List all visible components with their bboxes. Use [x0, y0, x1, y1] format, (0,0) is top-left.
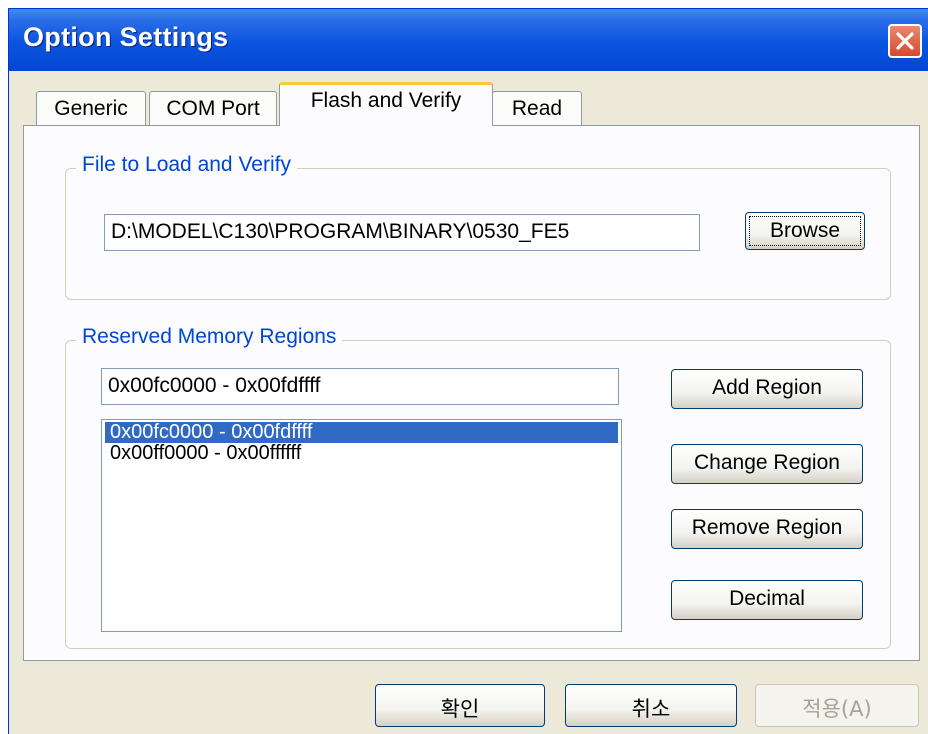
flash-and-verify-panel: File to Load and Verify D:\MODEL\C130\PR…	[23, 125, 920, 661]
list-item[interactable]: 0x00fc0000 - 0x00fdffff	[105, 422, 618, 443]
close-button[interactable]	[888, 24, 922, 58]
close-icon	[896, 32, 914, 50]
cancel-button[interactable]: 취소	[565, 684, 737, 727]
file-path-input[interactable]: D:\MODEL\C130\PROGRAM\BINARY\0530_FE5	[104, 214, 700, 251]
tab-generic[interactable]: Generic	[36, 91, 146, 125]
option-settings-dialog: Option Settings Generic COM Port Flash a…	[8, 8, 928, 734]
file-group-legend: File to Load and Verify	[76, 153, 297, 177]
region-input[interactable]: 0x00fc0000 - 0x00fdffff	[101, 368, 619, 405]
change-region-button[interactable]: Change Region	[671, 444, 863, 484]
window-title: Option Settings	[23, 22, 229, 52]
browse-button[interactable]: Browse	[745, 212, 865, 250]
title-bar[interactable]: Option Settings	[9, 9, 928, 71]
remove-region-button[interactable]: Remove Region	[671, 509, 863, 549]
tab-flash-and-verify[interactable]: Flash and Verify	[279, 82, 493, 126]
list-item[interactable]: 0x00ff0000 - 0x00ffffff	[105, 443, 618, 464]
ok-button[interactable]: 확인	[375, 684, 545, 727]
memory-group-legend: Reserved Memory Regions	[76, 325, 343, 349]
decimal-button[interactable]: Decimal	[671, 580, 863, 620]
tab-com-port[interactable]: COM Port	[149, 91, 277, 125]
add-region-button[interactable]: Add Region	[671, 369, 863, 409]
regions-listbox[interactable]: 0x00fc0000 - 0x00fdffff 0x00ff0000 - 0x0…	[101, 419, 622, 632]
apply-button: 적용(A)	[755, 684, 919, 727]
tab-read[interactable]: Read	[492, 91, 582, 125]
